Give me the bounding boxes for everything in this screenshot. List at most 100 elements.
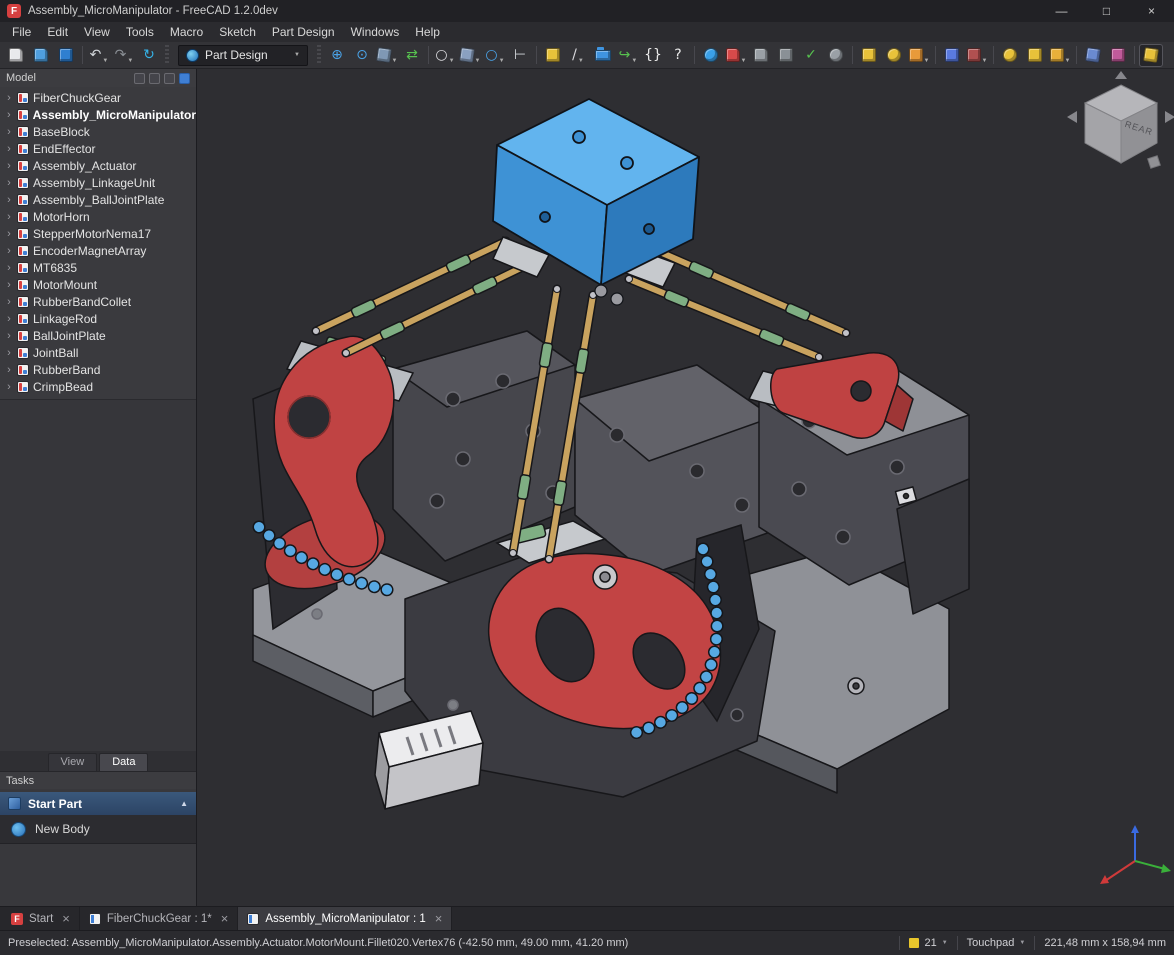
close-icon[interactable]: × [221, 911, 229, 926]
menu-part-design[interactable]: Part Design [264, 23, 343, 41]
pad-button[interactable] [857, 44, 881, 67]
doc-tab-assembly-micromanipulator-1[interactable]: Assembly_MicroManipulator : 1× [238, 907, 452, 930]
additive-features-button[interactable]: ▼ [907, 44, 931, 67]
tree-item-assembly-balljointplate[interactable]: ›Assembly_BallJointPlate [0, 191, 196, 208]
expander-icon[interactable]: › [5, 177, 13, 189]
create-group-button[interactable] [591, 44, 615, 67]
expression-editor-button[interactable]: {} [641, 44, 665, 67]
expander-icon[interactable]: › [5, 279, 13, 291]
expander-icon[interactable]: › [5, 347, 13, 359]
expander-icon[interactable]: › [5, 92, 13, 104]
tree-item-encodermagnetarray[interactable]: ›EncoderMagnetArray [0, 242, 196, 259]
close-icon[interactable]: × [435, 911, 443, 926]
dressup-features-button[interactable]: ▼ [1048, 44, 1072, 67]
expander-icon[interactable]: › [5, 330, 13, 342]
expander-icon[interactable]: › [5, 296, 13, 308]
tree-item-baseblock[interactable]: ›BaseBlock [0, 123, 196, 140]
fillet-button[interactable] [998, 44, 1022, 67]
tree-item-linkagerod[interactable]: ›LinkageRod [0, 310, 196, 327]
expander-icon[interactable]: › [5, 228, 13, 240]
tree-item-balljointplate[interactable]: ›BallJointPlate [0, 327, 196, 344]
tab-view[interactable]: View [48, 753, 98, 771]
boolean-operation-button[interactable] [1081, 44, 1105, 67]
zoom-level-select[interactable]: 21 ▼ [909, 937, 947, 949]
expander-icon[interactable]: › [5, 143, 13, 155]
tree-item-mt6835[interactable]: ›MT6835 [0, 259, 196, 276]
tree-item-motormount[interactable]: ›MotorMount [0, 276, 196, 293]
open-document-button[interactable] [29, 44, 53, 67]
doc-tab-fiberchuckgear-1[interactable]: FiberChuckGear : 1*× [80, 907, 238, 930]
pin-icon[interactable] [179, 73, 190, 84]
create-sketch-button[interactable]: ▼ [724, 44, 748, 67]
create-part-button[interactable] [541, 44, 565, 67]
tree-item-endeffector[interactable]: ›EndEffector [0, 140, 196, 157]
tree-item-assembly-micromanipulator[interactable]: ›Assembly_MicroManipulator [0, 106, 196, 123]
axonometric-view-button[interactable]: ▼ [375, 44, 399, 67]
close-button[interactable]: × [1129, 0, 1174, 22]
create-body-button[interactable] [699, 44, 723, 67]
tree-item-fiberchuckgear[interactable]: ›FiberChuckGear [0, 89, 196, 106]
doc-tab-start[interactable]: FStart× [2, 907, 80, 930]
nav-style-select[interactable]: Touchpad ▼ [967, 937, 1026, 949]
zoom-selection-button[interactable]: ⊙ [350, 44, 374, 67]
gear-icon[interactable] [149, 73, 160, 84]
tree-item-rubberband[interactable]: ›RubberBand [0, 361, 196, 378]
3d-scene[interactable]: REAR [197, 69, 1174, 906]
expander-icon[interactable]: › [5, 364, 13, 376]
revolution-button[interactable] [882, 44, 906, 67]
chamfer-button[interactable] [1023, 44, 1047, 67]
expander-icon[interactable]: › [5, 262, 13, 274]
save-document-button[interactable] [54, 44, 78, 67]
menu-file[interactable]: File [4, 23, 39, 41]
refresh-button[interactable]: ↻ [137, 44, 161, 67]
toggle-active-body-button[interactable] [1139, 44, 1163, 67]
expander-icon[interactable]: › [5, 245, 13, 257]
expander-icon[interactable]: › [5, 313, 13, 325]
task-action-new-body[interactable]: New Body [0, 815, 196, 844]
expander-icon[interactable]: › [5, 194, 13, 206]
property-editor[interactable] [0, 399, 196, 751]
validate-sketch-button[interactable]: ✓ [799, 44, 823, 67]
tab-data[interactable]: Data [99, 753, 148, 771]
frame-icon[interactable] [164, 73, 175, 84]
tree-item-assembly-linkageunit[interactable]: ›Assembly_LinkageUnit [0, 174, 196, 191]
tree-item-steppermotornema17[interactable]: ›StepperMotorNema17 [0, 225, 196, 242]
tree-item-motorhorn[interactable]: ›MotorHorn [0, 208, 196, 225]
menu-tools[interactable]: Tools [118, 23, 162, 41]
fit-all-button[interactable]: ⊕ [325, 44, 349, 67]
std-views-button[interactable]: ▼ [458, 44, 482, 67]
shape-binder-button[interactable] [824, 44, 848, 67]
tree-item-assembly-actuator[interactable]: ›Assembly_Actuator [0, 157, 196, 174]
edit-sketch-button[interactable] [749, 44, 773, 67]
workbench-selector[interactable]: Part Design ▼ [178, 45, 308, 66]
io-icon[interactable] [134, 73, 145, 84]
maximize-button[interactable]: □ [1084, 0, 1129, 22]
zoom-tools-button[interactable]: ○▼ [483, 44, 507, 67]
subtractive-features-button[interactable]: ▼ [965, 44, 989, 67]
create-joint-button[interactable]: /▼ [566, 44, 590, 67]
sync-view-button[interactable]: ⇄ [400, 44, 424, 67]
expander-icon[interactable]: › [5, 160, 13, 172]
expander-icon[interactable]: › [5, 211, 13, 223]
collapse-icon[interactable]: ▲ [180, 799, 188, 808]
menu-edit[interactable]: Edit [39, 23, 76, 41]
draw-style-button[interactable]: ○▼ [433, 44, 457, 67]
expander-icon[interactable]: › [5, 126, 13, 138]
expander-icon[interactable]: › [5, 381, 13, 393]
model-tree[interactable]: ›FiberChuckGear›Assembly_MicroManipulato… [0, 87, 196, 399]
menu-sketch[interactable]: Sketch [211, 23, 264, 41]
minimize-button[interactable]: — [1039, 0, 1084, 22]
redo-button[interactable]: ↷▼ [112, 44, 136, 67]
link-actions-button[interactable]: ↪▼ [616, 44, 640, 67]
menu-windows[interactable]: Windows [343, 23, 408, 41]
tree-item-crimpbead[interactable]: ›CrimpBead [0, 378, 196, 395]
new-document-button[interactable] [4, 44, 28, 67]
expander-icon[interactable]: › [5, 109, 13, 121]
menu-view[interactable]: View [76, 23, 118, 41]
pocket-button[interactable] [940, 44, 964, 67]
map-sketch-button[interactable] [774, 44, 798, 67]
3d-viewport[interactable]: REAR [197, 69, 1174, 906]
tree-item-rubberbandcollet[interactable]: ›RubberBandCollet [0, 293, 196, 310]
undo-button[interactable]: ↶▼ [87, 44, 111, 67]
menu-macro[interactable]: Macro [162, 23, 211, 41]
